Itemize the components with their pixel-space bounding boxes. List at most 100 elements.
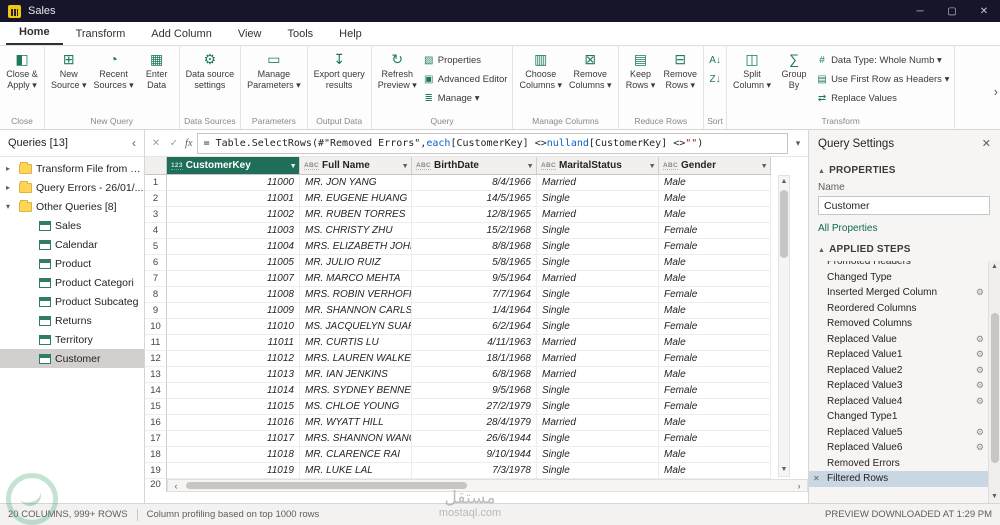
cell-gender[interactable]: Male xyxy=(659,255,771,271)
ribbon-button-close-apply[interactable]: ◧Close &Apply ▾ xyxy=(3,48,41,91)
all-properties-link[interactable]: All Properties xyxy=(809,215,1000,236)
collapse-panel-icon[interactable]: ‹ xyxy=(132,136,136,150)
cell-birthdate[interactable]: 27/2/1979 xyxy=(412,399,537,415)
column-header-maritalstatus[interactable]: ABCMaritalStatus▾ xyxy=(537,157,659,175)
cell-maritalstatus[interactable]: Married xyxy=(537,175,659,191)
column-type-icon[interactable]: ABC xyxy=(416,162,431,170)
column-header-customerkey[interactable]: 123CustomerKey▾ xyxy=(167,157,300,175)
cell-customerkey[interactable]: 11010 xyxy=(167,319,300,335)
column-type-icon[interactable]: 123 xyxy=(171,162,183,170)
cell-birthdate[interactable]: 18/1/1968 xyxy=(412,351,537,367)
formula-input[interactable]: = Table.SelectRows(#"Removed Errors", ea… xyxy=(197,133,788,154)
ribbon-more-icon[interactable]: › xyxy=(994,84,998,99)
cell-maritalstatus[interactable]: Married xyxy=(537,207,659,223)
row-number-partial[interactable]: 20 xyxy=(145,479,167,492)
ribbon-button-keep-rows[interactable]: ▤KeepRows ▾ xyxy=(622,48,660,91)
scroll-up-icon[interactable]: ▲ xyxy=(991,261,998,273)
applied-step-changed-type[interactable]: Changed Type xyxy=(809,270,988,286)
cell-gender[interactable]: Male xyxy=(659,207,771,223)
query-item-calendar[interactable]: Calendar xyxy=(0,235,144,254)
column-type-icon[interactable]: ABC xyxy=(663,162,678,170)
ribbon-button-new-source[interactable]: ⊞NewSource ▾ xyxy=(48,48,90,91)
row-number[interactable]: 6 xyxy=(145,255,167,271)
applied-step-replaced-value3[interactable]: Replaced Value3⚙ xyxy=(809,378,988,394)
cell-full-name[interactable]: MR. EUGENE HUANG xyxy=(300,191,412,207)
cell-birthdate[interactable]: 14/5/1965 xyxy=(412,191,537,207)
cell-gender[interactable]: Male xyxy=(659,335,771,351)
cell-maritalstatus[interactable]: Single xyxy=(537,431,659,447)
cell-maritalstatus[interactable]: Married xyxy=(537,415,659,431)
cell-full-name[interactable]: MR. JON YANG xyxy=(300,175,412,191)
cell-maritalstatus[interactable]: Single xyxy=(537,239,659,255)
expander-icon[interactable]: ▸ xyxy=(6,183,15,192)
cell-birthdate[interactable]: 6/8/1968 xyxy=(412,367,537,383)
cell-full-name[interactable]: MR. RUBEN TORRES xyxy=(300,207,412,223)
tab-transform[interactable]: Transform xyxy=(63,24,139,45)
row-number[interactable]: 9 xyxy=(145,303,167,319)
ribbon-button-split-column[interactable]: ◫SplitColumn ▾ xyxy=(730,48,774,91)
ribbon-button-data-type-whole-numb[interactable]: #Data Type: Whole Numb ▾ xyxy=(814,51,951,69)
cell-birthdate[interactable]: 15/2/1968 xyxy=(412,223,537,239)
scroll-down-icon[interactable]: ▼ xyxy=(781,464,788,476)
gear-icon[interactable]: ⚙ xyxy=(976,380,984,391)
gear-icon[interactable]: ⚙ xyxy=(976,349,984,360)
cell-birthdate[interactable]: 9/5/1968 xyxy=(412,383,537,399)
cell-full-name[interactable]: MR. MARCO MEHTA xyxy=(300,271,412,287)
cell-maritalstatus[interactable]: Single xyxy=(537,447,659,463)
cell-gender[interactable]: Female xyxy=(659,431,771,447)
row-number[interactable]: 7 xyxy=(145,271,167,287)
query-item-product[interactable]: Product xyxy=(0,254,144,273)
cell-customerkey[interactable]: 11002 xyxy=(167,207,300,223)
tab-help[interactable]: Help xyxy=(326,24,375,45)
filter-icon[interactable]: ▾ xyxy=(291,161,295,170)
row-number[interactable]: 5 xyxy=(145,239,167,255)
cell-full-name[interactable]: MRS. ROBIN VERHOFF xyxy=(300,287,412,303)
query-item-sales[interactable]: Sales xyxy=(0,216,144,235)
ribbon-button-enter-data[interactable]: ▦EnterData xyxy=(138,48,176,91)
query-name-input[interactable] xyxy=(818,196,990,215)
cell-full-name[interactable]: MS. CHLOE YOUNG xyxy=(300,399,412,415)
cell-customerkey[interactable]: 11009 xyxy=(167,303,300,319)
cell-customerkey[interactable]: 11018 xyxy=(167,447,300,463)
cell-full-name[interactable]: MRS. SYDNEY BENNETT xyxy=(300,383,412,399)
cell-maritalstatus[interactable]: Single xyxy=(537,383,659,399)
cell-full-name[interactable]: MRS. SHANNON WANG xyxy=(300,431,412,447)
row-number[interactable]: 1 xyxy=(145,175,167,191)
cell-maritalstatus[interactable]: Single xyxy=(537,303,659,319)
cell-customerkey[interactable]: 11016 xyxy=(167,415,300,431)
cell-customerkey[interactable]: 11014 xyxy=(167,383,300,399)
cell-customerkey[interactable]: 11012 xyxy=(167,351,300,367)
ribbon-button-use-first-row-as-headers[interactable]: ▤Use First Row as Headers ▾ xyxy=(814,70,951,88)
filter-icon[interactable]: ▾ xyxy=(650,161,654,170)
ribbon-button-data-source-settings[interactable]: ⚙Data sourcesettings xyxy=(183,48,238,91)
query-item-product-categori[interactable]: Product Categori xyxy=(0,273,144,292)
formula-expand-icon[interactable]: ▾ xyxy=(792,138,804,149)
applied-step-replaced-value6[interactable]: Replaced Value6⚙ xyxy=(809,440,988,456)
cell-gender[interactable]: Female xyxy=(659,351,771,367)
cell-gender[interactable]: Male xyxy=(659,367,771,383)
scroll-up-icon[interactable]: ▲ xyxy=(781,176,788,188)
delete-step-icon[interactable]: ✕ xyxy=(813,474,820,483)
applied-step-replaced-value5[interactable]: Replaced Value5⚙ xyxy=(809,425,988,441)
ribbon-button-sort-az[interactable]: A↓ xyxy=(707,51,723,69)
row-number[interactable]: 2 xyxy=(145,191,167,207)
applied-step-replaced-value1[interactable]: Replaced Value1⚙ xyxy=(809,347,988,363)
filter-icon[interactable]: ▾ xyxy=(403,161,407,170)
steps-scrollbar[interactable]: ▲ ▼ xyxy=(988,261,1000,503)
ribbon-button-properties[interactable]: ▧Properties xyxy=(421,51,510,69)
query-item-returns[interactable]: Returns xyxy=(0,311,144,330)
ribbon-button-group-by[interactable]: ∑GroupBy xyxy=(775,48,813,91)
cell-birthdate[interactable]: 9/5/1964 xyxy=(412,271,537,287)
scroll-down-icon[interactable]: ▼ xyxy=(991,491,998,503)
gear-icon[interactable]: ⚙ xyxy=(976,396,984,407)
horizontal-scrollbar[interactable]: ‹ › xyxy=(167,479,808,492)
column-header-gender[interactable]: ABCGender▾ xyxy=(659,157,771,175)
row-number[interactable]: 4 xyxy=(145,223,167,239)
tab-add-column[interactable]: Add Column xyxy=(138,24,225,45)
ribbon-button-refresh-preview[interactable]: ↻RefreshPreview ▾ xyxy=(375,48,420,91)
cell-birthdate[interactable]: 9/10/1944 xyxy=(412,447,537,463)
cell-birthdate[interactable]: 1/4/1964 xyxy=(412,303,537,319)
ribbon-button-advanced-editor[interactable]: ▣Advanced Editor xyxy=(421,70,510,88)
gear-icon[interactable]: ⚙ xyxy=(976,334,984,345)
cell-customerkey[interactable]: 11011 xyxy=(167,335,300,351)
